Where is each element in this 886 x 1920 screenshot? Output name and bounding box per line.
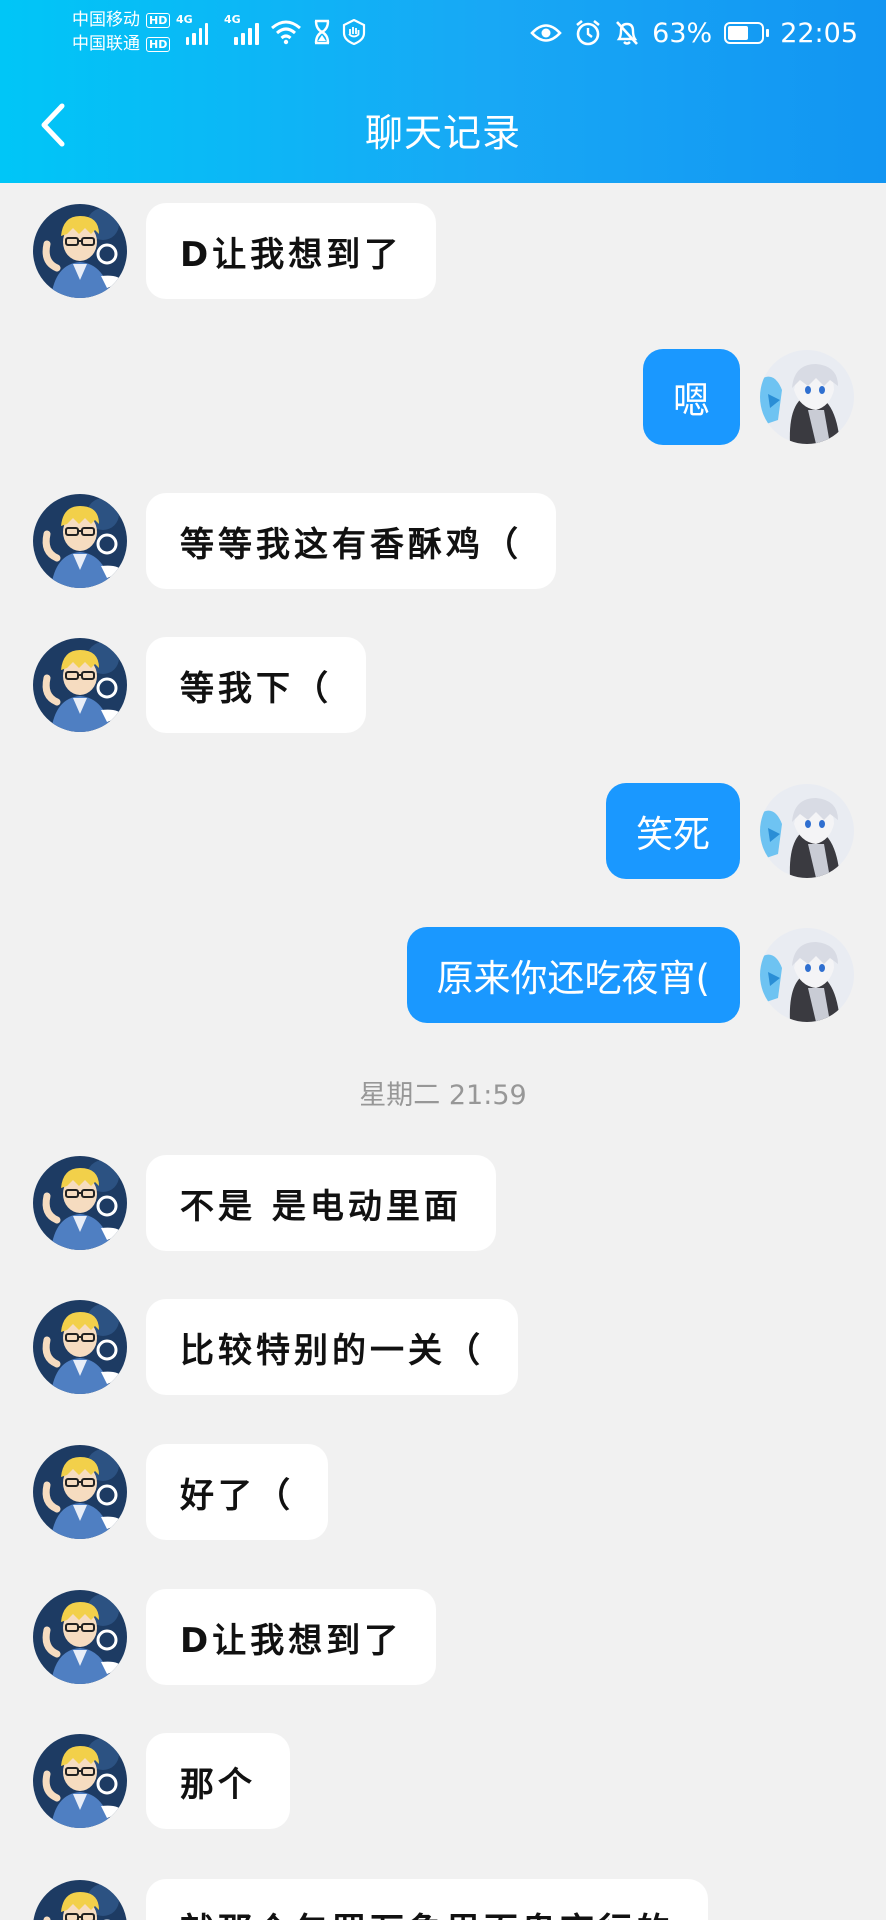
contact-avatar[interactable] bbox=[33, 1300, 127, 1394]
message-bubble[interactable]: D让我想到了 bbox=[146, 203, 437, 299]
message-bubble[interactable]: D让我想到了 bbox=[146, 1589, 437, 1685]
bell-muted-icon bbox=[616, 21, 639, 45]
my-avatar[interactable] bbox=[760, 928, 854, 1022]
avatar-illustration bbox=[33, 638, 127, 732]
carrier-1-label: 中国移动 bbox=[72, 10, 140, 30]
avatar-illustration bbox=[33, 1734, 127, 1828]
my-avatar[interactable] bbox=[760, 784, 854, 878]
app-header: 中国移动 HD 中国联通 HD 4G 4G 63% 22:05 聊天记录 bbox=[0, 0, 886, 183]
chat-history[interactable]: D让我想到了 嗯 等等我这有香酥鸡（ 等我下（ 笑死 原来你还吃夜宵( 星期二 … bbox=[0, 183, 886, 1920]
avatar-illustration bbox=[33, 1445, 127, 1539]
contact-avatar[interactable] bbox=[33, 1590, 127, 1684]
avatar-illustration bbox=[33, 1300, 127, 1394]
shield-icon bbox=[342, 19, 366, 45]
message-bubble[interactable]: 不是 是电动里面 bbox=[146, 1155, 496, 1251]
network-type-label: 4G bbox=[176, 13, 193, 26]
signal-icon: 4G bbox=[176, 13, 208, 45]
alarm-icon bbox=[576, 19, 600, 46]
status-icons-right: 63% 22:05 bbox=[530, 14, 858, 52]
eye-icon bbox=[530, 24, 562, 42]
avatar-illustration bbox=[760, 928, 854, 1022]
message-bubble[interactable]: 等等我这有香酥鸡（ bbox=[146, 493, 556, 589]
clock-time: 22:05 bbox=[780, 17, 858, 49]
status-icons-left: 4G 4G bbox=[176, 13, 366, 49]
message-bubble[interactable]: 原来你还吃夜宵( bbox=[406, 927, 740, 1023]
message-bubble[interactable]: 等我下（ bbox=[146, 637, 366, 733]
carrier-info: 中国移动 HD 中国联通 HD bbox=[72, 8, 171, 56]
contact-avatar[interactable] bbox=[33, 638, 127, 732]
avatar-illustration bbox=[33, 1590, 127, 1684]
status-bar: 中国移动 HD 中国联通 HD 4G 4G 63% 22:05 bbox=[0, 0, 886, 66]
battery-percent: 63% bbox=[652, 17, 713, 49]
contact-avatar[interactable] bbox=[33, 1445, 127, 1539]
message-bubble[interactable]: 比较特别的一关（ bbox=[146, 1299, 518, 1395]
contact-avatar[interactable] bbox=[33, 204, 127, 298]
contact-avatar[interactable] bbox=[33, 1880, 127, 1920]
timestamp-divider: 星期二 21:59 bbox=[359, 1080, 527, 1111]
message-bubble[interactable]: 那个 bbox=[146, 1733, 290, 1829]
contact-avatar[interactable] bbox=[33, 1734, 127, 1828]
hd-badge: HD bbox=[146, 36, 171, 52]
wifi-icon bbox=[271, 20, 301, 45]
avatar-illustration bbox=[33, 1880, 127, 1920]
battery-icon bbox=[724, 22, 770, 44]
battery-level bbox=[728, 26, 748, 40]
message-bubble[interactable]: 就那个包罗万象里百鬼夜行的 bbox=[146, 1879, 708, 1920]
message-bubble[interactable]: 嗯 bbox=[643, 349, 740, 445]
message-bubble[interactable]: 好了（ bbox=[146, 1444, 328, 1540]
contact-avatar[interactable] bbox=[33, 494, 127, 588]
nav-bar: 聊天记录 bbox=[0, 80, 886, 176]
signal-icon: 4G bbox=[224, 13, 260, 45]
avatar-illustration bbox=[33, 204, 127, 298]
avatar-illustration bbox=[760, 350, 854, 444]
carrier-2-label: 中国联通 bbox=[72, 34, 140, 54]
message-bubble[interactable]: 笑死 bbox=[606, 783, 740, 879]
my-avatar[interactable] bbox=[760, 350, 854, 444]
page-title: 聊天记录 bbox=[364, 111, 521, 155]
network-type-label: 4G bbox=[224, 13, 241, 26]
avatar-illustration bbox=[33, 494, 127, 588]
avatar-illustration bbox=[760, 784, 854, 878]
avatar-illustration bbox=[33, 1156, 127, 1250]
hourglass-icon bbox=[314, 19, 330, 45]
contact-avatar[interactable] bbox=[33, 1156, 127, 1250]
hd-badge: HD bbox=[146, 12, 171, 28]
